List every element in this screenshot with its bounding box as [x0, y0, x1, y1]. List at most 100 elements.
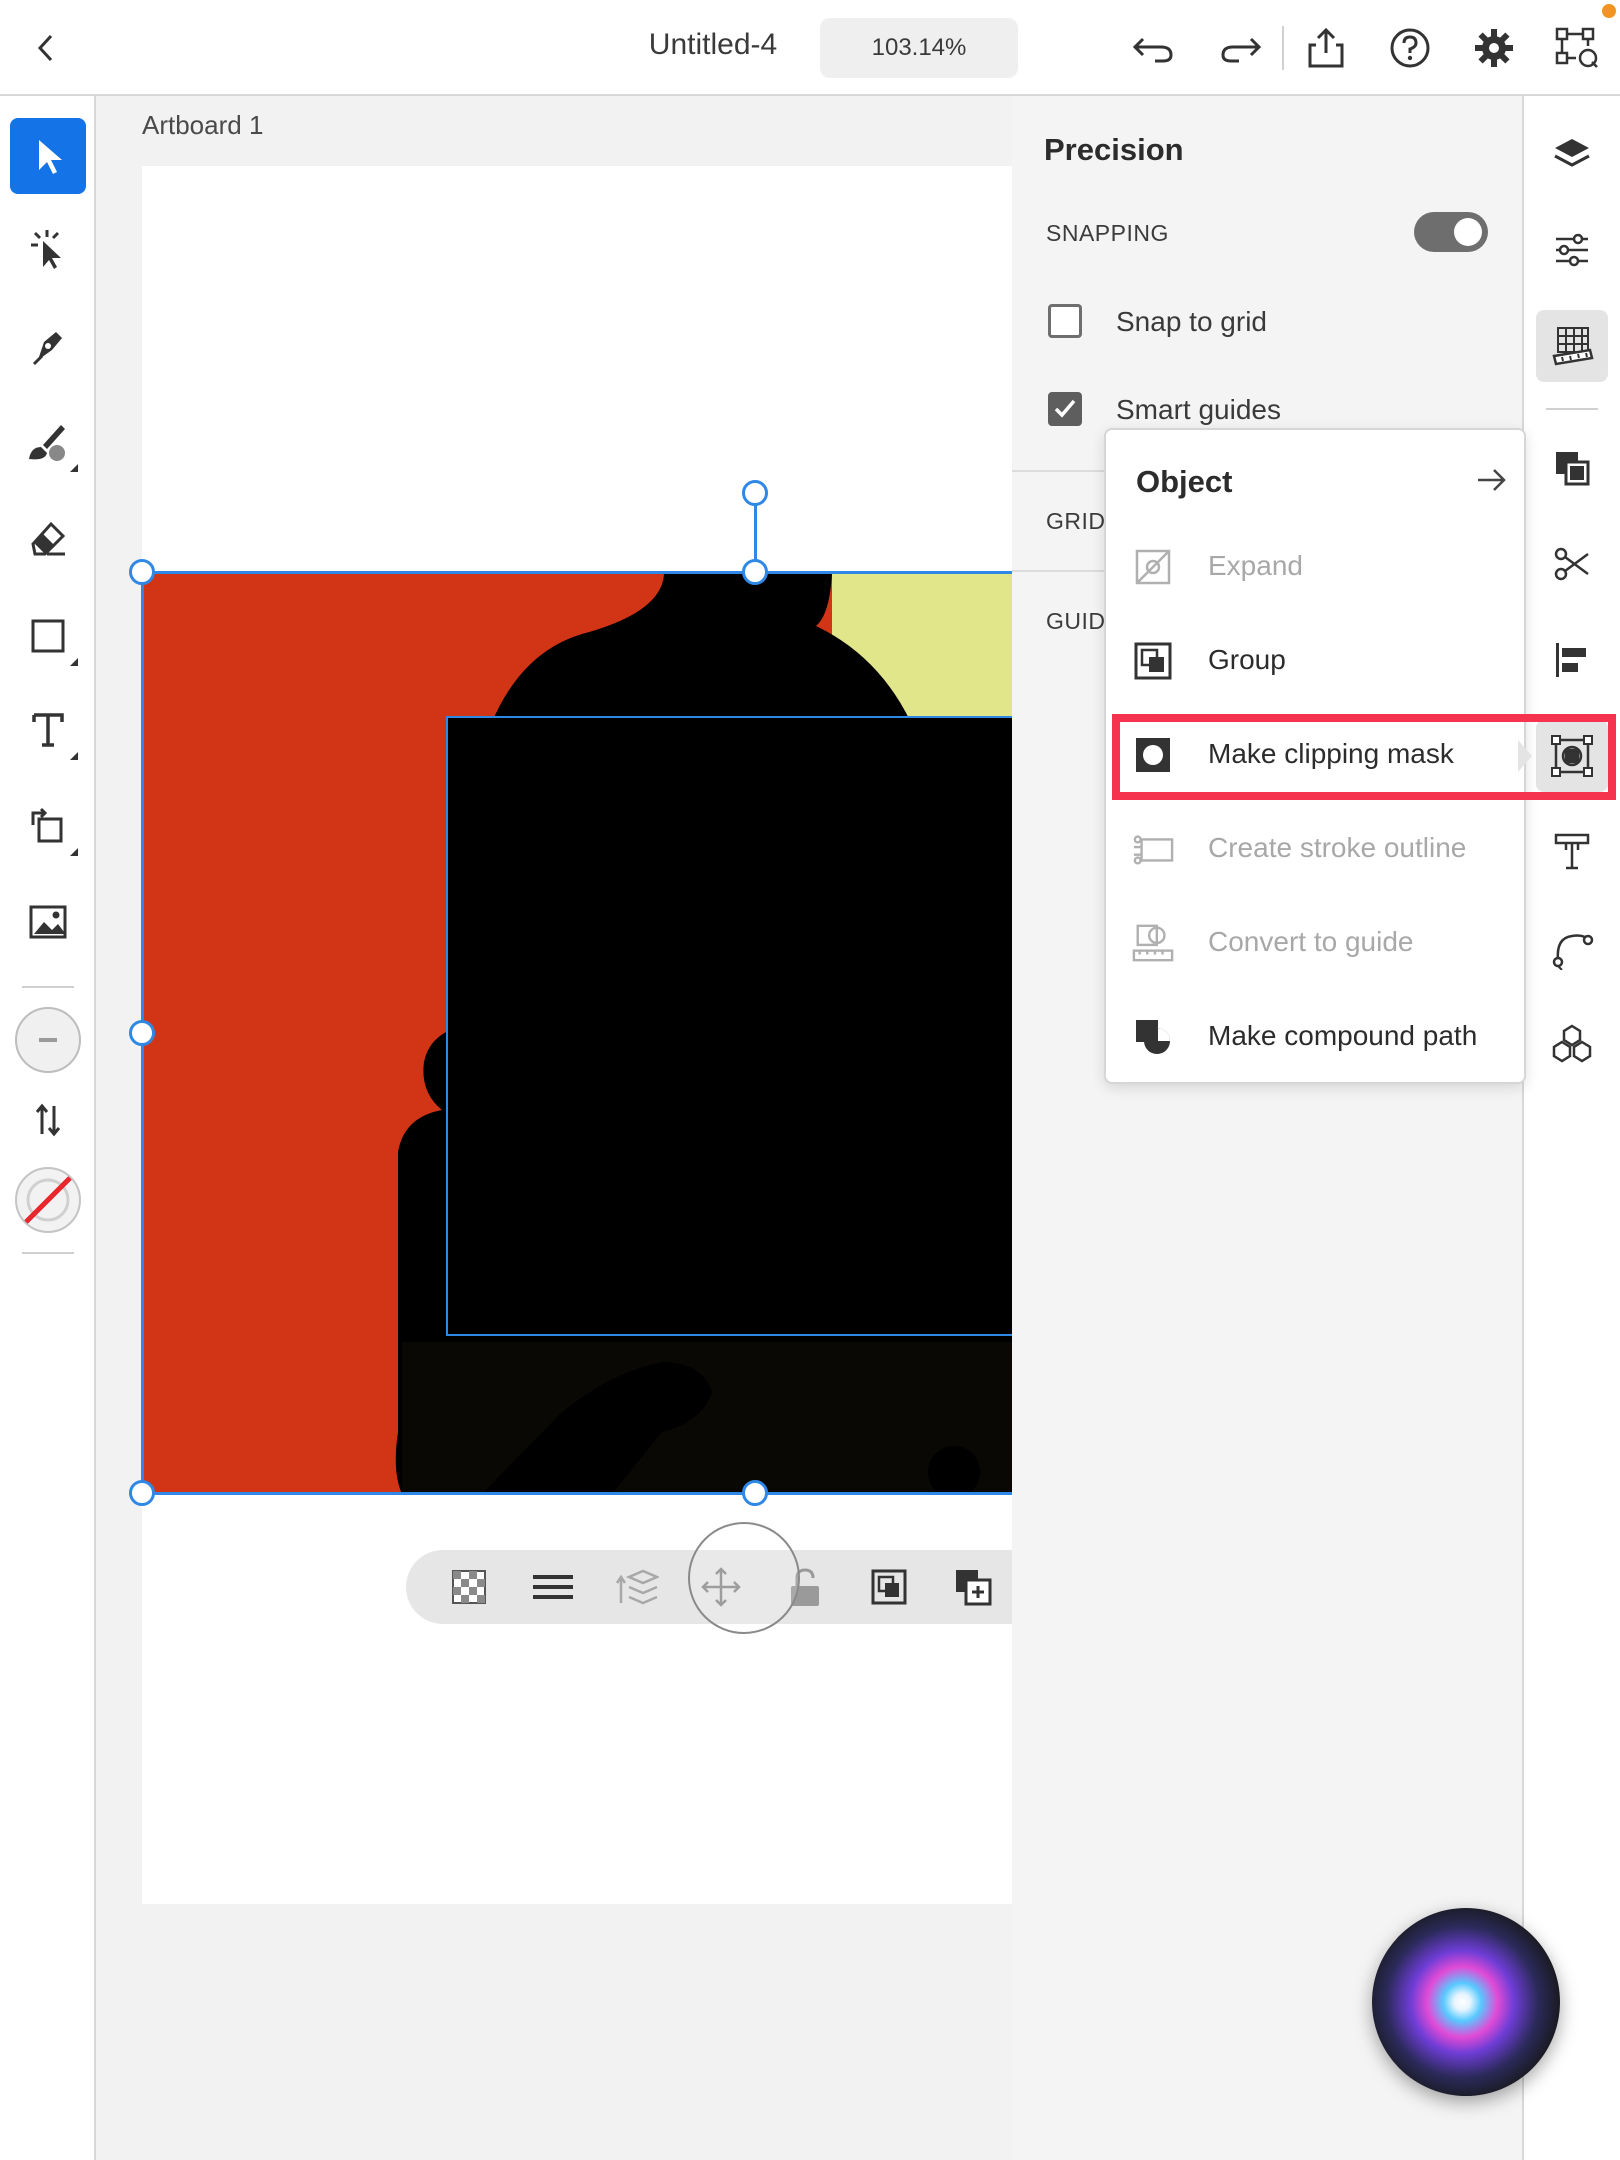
rotate-tool[interactable] — [10, 788, 86, 864]
notification-dot — [1602, 4, 1616, 18]
menu-item-label: Make compound path — [1208, 1020, 1478, 1051]
toolbar-separator — [22, 986, 74, 988]
text-panel-button[interactable] — [1536, 816, 1608, 888]
resize-handle-bottom-center[interactable] — [742, 1480, 768, 1506]
snap-to-grid-checkbox[interactable] — [1048, 304, 1082, 338]
help-icon — [1390, 28, 1430, 68]
convert-guide-icon — [1132, 922, 1174, 964]
highlight-annotation — [1112, 714, 1616, 800]
object-menu-title: Object — [1136, 464, 1233, 499]
smart-guides-label: Smart guides — [1116, 394, 1281, 425]
rotate-crop-icon — [31, 807, 63, 843]
direct-select-icon — [31, 230, 61, 269]
snap-to-grid-label: Snap to grid — [1116, 306, 1267, 337]
chevron-left-icon — [37, 34, 53, 62]
pen-icon — [32, 332, 62, 366]
snapping-toggle[interactable] — [1414, 212, 1488, 252]
rail-separator — [1546, 408, 1598, 410]
undo-button[interactable] — [1128, 24, 1178, 74]
selected-rectangle[interactable] — [446, 716, 1016, 1336]
group-icon — [871, 1569, 907, 1605]
align-left-icon — [1556, 643, 1586, 677]
fill-swatch[interactable] — [10, 1002, 86, 1078]
left-toolbar — [0, 96, 96, 2160]
grid-label: GRID — [1046, 508, 1106, 534]
layers-button[interactable] — [1536, 118, 1608, 190]
swap-fill-stroke-button[interactable] — [10, 1082, 86, 1158]
precision-panel: Precision SNAPPING Snap to grid Smart gu… — [1012, 96, 1524, 2160]
arrange-panel-button[interactable] — [1536, 432, 1608, 504]
repeat-grid-icon — [1552, 1024, 1592, 1063]
arrow-right-icon — [1478, 469, 1506, 491]
share-button[interactable] — [1300, 22, 1352, 74]
stroke-none-icon — [15, 1167, 81, 1233]
resize-handle-top-center[interactable] — [742, 559, 768, 585]
transform-button[interactable] — [1550, 22, 1604, 74]
pen-tool[interactable] — [10, 308, 86, 384]
menu-item-label: Group — [1208, 644, 1286, 675]
repeat-grid-button[interactable] — [1536, 1008, 1608, 1080]
scissors-icon — [1554, 547, 1589, 581]
fill-none-icon — [15, 1007, 81, 1073]
resize-handle-bottom-left[interactable] — [129, 1480, 155, 1506]
text-icon — [1554, 833, 1590, 870]
align-button[interactable] — [1536, 624, 1608, 696]
resize-handle-middle-left[interactable] — [129, 1020, 155, 1046]
snapping-label: SNAPPING — [1046, 220, 1169, 246]
redo-icon — [1221, 37, 1262, 63]
checkmark-icon — [1054, 399, 1076, 418]
group-button[interactable] — [864, 1562, 914, 1612]
menu-item-label: Expand — [1208, 550, 1303, 581]
grid-ruler-icon — [1552, 327, 1594, 366]
duplicate-icon — [956, 1570, 992, 1606]
menu-item-convert-to-guide: Convert to guide — [1106, 900, 1526, 986]
menu-expand-button[interactable] — [1476, 466, 1508, 499]
paintbrush-tool[interactable] — [10, 404, 86, 480]
siri-orb[interactable] — [1372, 1908, 1560, 2096]
direct-select-tool[interactable] — [10, 212, 86, 288]
toolbar-separator — [22, 1252, 74, 1254]
transform-icon — [1555, 27, 1598, 68]
zoom-level: 103.14% — [871, 34, 967, 61]
path-button[interactable] — [1536, 912, 1608, 984]
zoom-level-button[interactable]: 103.14% — [820, 18, 1018, 78]
duplicate-button[interactable] — [948, 1562, 998, 1612]
menu-item-group[interactable]: Group — [1106, 618, 1526, 704]
artboard-label: Artboard 1 — [142, 110, 264, 140]
guides-label: GUID — [1046, 608, 1106, 634]
menu-item-create-stroke-outline: Create stroke outline — [1106, 806, 1526, 892]
path-operations-button[interactable] — [1536, 528, 1608, 600]
precision-button[interactable] — [1536, 310, 1608, 382]
eraser-icon — [31, 521, 66, 556]
document-title[interactable]: Untitled-4 — [600, 28, 826, 62]
gear-icon — [1475, 29, 1513, 67]
rotate-handle[interactable] — [742, 480, 768, 506]
resize-handle-top-left[interactable] — [129, 559, 155, 585]
panel-title: Precision — [1044, 132, 1184, 167]
arrow-pointer-icon — [39, 140, 62, 174]
redo-button[interactable] — [1216, 24, 1266, 74]
properties-button[interactable] — [1536, 214, 1608, 286]
help-button[interactable] — [1384, 22, 1436, 74]
expand-icon — [1132, 546, 1174, 588]
rectangle-tool[interactable] — [10, 598, 86, 674]
arrange-button[interactable] — [612, 1562, 662, 1612]
type-tool[interactable] — [10, 692, 86, 768]
stroke-weight-button[interactable] — [528, 1562, 578, 1612]
layers-icon — [1554, 139, 1590, 167]
menu-item-make-compound-path[interactable]: Make compound path — [1106, 994, 1526, 1080]
rectangle-icon — [31, 619, 65, 653]
stroke-outline-icon — [1132, 828, 1174, 870]
smart-guides-checkbox[interactable] — [1048, 392, 1082, 426]
eraser-tool[interactable] — [10, 500, 86, 576]
place-image-tool[interactable] — [10, 884, 86, 960]
settings-button[interactable] — [1468, 22, 1520, 74]
back-button[interactable] — [20, 22, 72, 74]
menu-item-label: Convert to guide — [1208, 926, 1414, 957]
opacity-button[interactable] — [444, 1562, 494, 1612]
stroke-swatch[interactable] — [10, 1162, 86, 1238]
image-icon — [29, 905, 67, 939]
checkerboard-icon — [452, 1570, 486, 1604]
select-tool[interactable] — [10, 118, 86, 194]
toolbar-divider — [1282, 26, 1284, 70]
